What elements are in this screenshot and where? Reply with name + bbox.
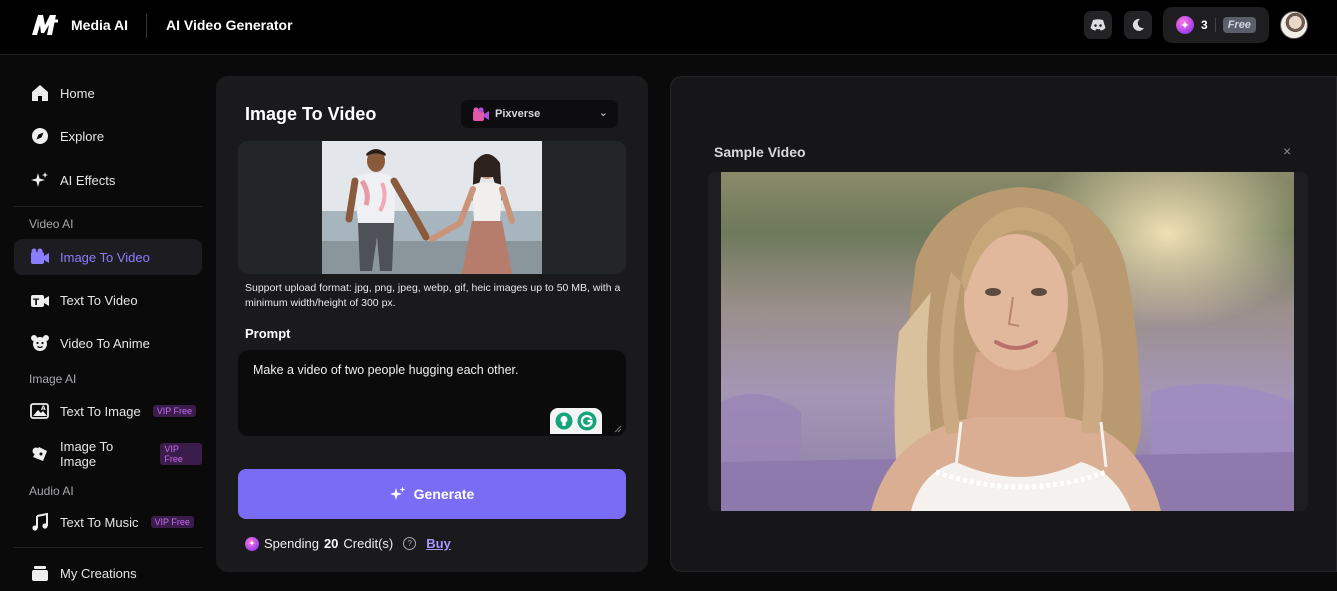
svg-text:A: A xyxy=(41,405,46,412)
credits-count: 3 xyxy=(1201,18,1208,32)
generate-label: Generate xyxy=(413,486,475,502)
image-video-icon xyxy=(30,247,50,267)
prompt-label: Prompt xyxy=(245,326,291,341)
pixverse-logo-icon xyxy=(473,107,489,121)
sample-video-title: Sample Video xyxy=(714,144,806,160)
sidebar-divider xyxy=(14,206,202,207)
compass-icon xyxy=(30,126,50,146)
pill-divider xyxy=(1214,18,1216,32)
spending-row: ✦ Spending 20 Credit(s) ? Buy xyxy=(245,536,451,551)
spending-suffix: Credit(s) xyxy=(343,536,394,551)
sidebar-item-home[interactable]: Home xyxy=(14,75,202,111)
spending-prefix: Spending xyxy=(264,536,319,551)
sidebar-item-label: Text To Music xyxy=(60,514,139,530)
sidebar-item-label: Image To Video xyxy=(60,249,150,265)
sidebar-item-text-to-video[interactable]: T Text To Video xyxy=(14,282,202,318)
uploaded-image-preview xyxy=(322,141,542,274)
sidebar-item-label: Image To Image xyxy=(60,439,114,469)
user-avatar[interactable] xyxy=(1280,11,1308,39)
sidebar-item-label: AI Effects xyxy=(60,172,116,188)
sidebar-item-label: Explore xyxy=(60,128,105,144)
vip-free-badge: VIP Free xyxy=(152,405,197,417)
sidebar-item-ai-effects[interactable]: AI Effects xyxy=(14,162,202,198)
page-name: AI Video Generator xyxy=(166,17,293,33)
credits-pill[interactable]: ✦ 3 Free xyxy=(1163,7,1269,43)
sidebar-item-image-to-image[interactable]: Image To Image VIP Free xyxy=(14,436,202,472)
resize-grip-icon[interactable] xyxy=(614,425,622,433)
credit-star-icon: ✦ xyxy=(1176,16,1194,34)
svg-text:T: T xyxy=(33,298,40,308)
section-label-video-ai: Video AI xyxy=(29,217,74,231)
sidebar-item-label: Text To Image xyxy=(60,403,141,419)
help-icon[interactable]: ? xyxy=(403,537,417,550)
sample-video-player[interactable] xyxy=(721,172,1294,511)
upload-support-text: Support upload format: jpg, png, jpeg, w… xyxy=(245,282,621,309)
sidebar-item-label: Text To Video xyxy=(60,292,138,308)
music-note-icon xyxy=(30,512,50,532)
theme-toggle-button[interactable] xyxy=(1124,11,1152,39)
moon-icon xyxy=(1132,18,1144,31)
buy-link[interactable]: Buy xyxy=(426,536,451,551)
lightbulb-icon xyxy=(555,412,573,430)
text-image-icon: A xyxy=(30,401,50,421)
header-divider xyxy=(146,14,147,38)
sample-video-panel: Sample Video × xyxy=(670,76,1337,572)
section-label-image-ai: Image AI xyxy=(29,372,77,386)
sparkles-icon xyxy=(389,486,406,500)
vip-free-badge: VIP Free xyxy=(160,443,202,465)
anime-face-icon xyxy=(30,333,50,353)
sidebar-divider xyxy=(14,547,202,548)
model-select[interactable]: Pixverse ⌄ xyxy=(461,100,618,128)
sidebar-item-label: Home xyxy=(60,85,95,101)
spending-amount: 20 xyxy=(323,536,339,551)
media-ai-logo[interactable] xyxy=(28,10,62,40)
plan-badge: Free xyxy=(1222,17,1256,33)
brand-name[interactable]: Media AI xyxy=(71,17,128,33)
image-image-icon xyxy=(30,444,50,464)
creations-icon xyxy=(30,563,50,583)
image-upload-area[interactable] xyxy=(238,141,626,274)
chevron-down-icon: ⌄ xyxy=(598,107,608,119)
sidebar-item-label: My Creations xyxy=(60,565,137,581)
panel-title: Image To Video xyxy=(245,104,377,124)
model-select-value: Pixverse xyxy=(495,108,541,120)
section-label-audio-ai: Audio AI xyxy=(29,484,74,498)
grammarly-icon xyxy=(577,411,597,431)
sidebar-item-text-to-music[interactable]: Text To Music VIP Free xyxy=(14,504,202,540)
sidebar-item-video-to-anime[interactable]: Video To Anime xyxy=(14,325,202,361)
discord-icon xyxy=(1090,19,1106,31)
text-video-icon: T xyxy=(30,290,50,310)
image-to-video-panel: Image To Video Pixverse ⌄ Support upload… xyxy=(216,76,648,572)
sidebar-item-image-to-video[interactable]: Image To Video xyxy=(14,239,202,275)
sidebar: Home Explore AI Effects Video AI Image T… xyxy=(0,55,216,586)
sample-video-frame[interactable] xyxy=(708,172,1308,511)
close-icon[interactable]: × xyxy=(1283,143,1291,159)
prompt-box[interactable]: Make a video of two people hugging each … xyxy=(238,350,626,436)
credit-star-icon: ✦ xyxy=(245,536,259,551)
vip-free-badge: VIP Free xyxy=(150,516,194,528)
top-header: Media AI AI Video Generator ✦ 3 Free xyxy=(0,0,1337,55)
sidebar-item-label: Video To Anime xyxy=(60,335,150,351)
discord-button[interactable] xyxy=(1084,11,1112,39)
prompt-textarea[interactable]: Make a video of two people hugging each … xyxy=(251,361,615,393)
home-icon xyxy=(30,83,50,103)
sidebar-item-text-to-image[interactable]: A Text To Image VIP Free xyxy=(14,393,202,429)
grammarly-widget[interactable] xyxy=(550,408,602,434)
sidebar-item-explore[interactable]: Explore xyxy=(14,118,202,154)
sparkles-icon xyxy=(30,170,50,190)
generate-button[interactable]: Generate xyxy=(238,469,626,519)
